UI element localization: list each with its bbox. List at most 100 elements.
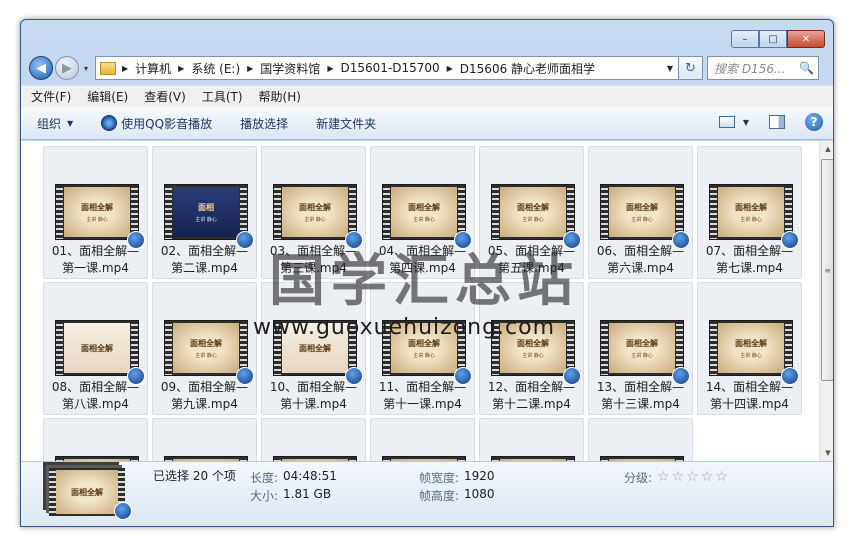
recent-pages-dropdown[interactable]: ▾ (81, 64, 91, 73)
rating-stars[interactable]: ☆☆☆☆☆ (657, 469, 730, 485)
explorer-window: – □ ✕ ◀ ▶ ▾ ▶ 计算机 ▶ 系统 (E:) ▶ 国学资料馆 ▶ D1560… (20, 19, 834, 527)
file-tile[interactable]: 面相全解主讲 静心 (261, 418, 366, 461)
toolbar-right-group: ▼ ? (718, 113, 823, 131)
change-view-icon[interactable] (718, 116, 735, 128)
duration-label: 长度: (250, 471, 279, 485)
file-tile[interactable]: 面相全解 主讲 静心 07、面相全解— 第七课.mp4 (697, 146, 802, 279)
file-name: 02、面相全解— 第二课.mp4 (160, 244, 249, 275)
organize-button[interactable]: 组织 ▼ (37, 115, 73, 132)
file-tile[interactable]: 面相全解主讲 静心 (370, 418, 475, 461)
vertical-scrollbar[interactable]: ▲ ≡ ▼ (819, 141, 833, 461)
file-tile[interactable]: 面相全解 08、面相全解— 第八课.mp4 (43, 282, 148, 415)
play-selection-button[interactable]: 播放选择 (240, 115, 288, 132)
file-name: 06、面相全解— 第六课.mp4 (596, 244, 685, 275)
file-name: 10、面相全解— 第十课.mp4 (269, 380, 358, 411)
file-tile[interactable]: 面相 主讲 静心 02、面相全解— 第二课.mp4 (152, 146, 257, 279)
file-tile[interactable]: 面相全解 主讲 静心 13、面相全解— 第十三课.mp4 (588, 282, 693, 415)
qq-player-icon (114, 502, 132, 520)
size-value: 1.81 GB (283, 487, 332, 501)
navigation-bar: ◀ ▶ ▾ ▶ 计算机 ▶ 系统 (E:) ▶ 国学资料馆 ▶ D15601-D157… (29, 55, 825, 81)
chevron-right-icon[interactable]: ▶ (122, 64, 128, 73)
menu-file[interactable]: 文件(F) (31, 88, 71, 105)
file-tile[interactable]: 面相全解 主讲 静心 01、面相全解— 第一课.mp4 (43, 146, 148, 279)
watermark-text: 国学汇总站 (269, 248, 579, 314)
file-tile[interactable]: 面相全解 主讲 静心 09、面相全解— 第九课.mp4 (152, 282, 257, 415)
search-input[interactable]: 搜索 D156... 🔍 (707, 56, 819, 80)
file-tile[interactable]: 面相全解主讲 静心 (479, 418, 584, 461)
scroll-up-icon[interactable]: ▲ (820, 141, 833, 157)
caption-buttons: – □ ✕ (731, 30, 825, 48)
file-name: 08、面相全解— 第八课.mp4 (51, 380, 140, 411)
chevron-right-icon[interactable]: ▶ (447, 64, 453, 73)
chevron-right-icon[interactable]: ▶ (247, 64, 253, 73)
video-thumbnail: 面相 主讲 静心 (164, 184, 248, 240)
breadcrumb-drive[interactable]: 系统 (E:) ▶ (191, 60, 260, 77)
scroll-thumb[interactable]: ≡ (821, 159, 833, 381)
size-label: 大小: (250, 489, 279, 503)
file-view: 面相全解 主讲 静心 01、面相全解— 第一课.mp4 面相 主讲 静心 02、面相全解—… (21, 141, 819, 461)
watermark-url: www.guoxuehuizong.com (253, 315, 556, 340)
address-bar[interactable]: ▶ 计算机 ▶ 系统 (E:) ▶ 国学资料馆 ▶ D15601-D15700 ▶ D1… (95, 56, 679, 80)
breadcrumb-library[interactable]: 国学资料馆 ▶ (260, 60, 340, 77)
help-icon[interactable]: ? (805, 113, 823, 131)
file-name: 01、面相全解— 第一课.mp4 (51, 244, 140, 275)
file-name: 07、面相全解— 第七课.mp4 (705, 244, 794, 275)
close-button[interactable]: ✕ (787, 30, 825, 48)
video-frame: 面相全解主讲 静心 (500, 187, 566, 237)
file-name: 13、面相全解— 第十三课.mp4 (596, 380, 685, 411)
video-frame: 面相全解主讲 静心 (173, 323, 239, 373)
minimize-button[interactable]: – (731, 30, 759, 48)
chevron-right-icon[interactable]: ▶ (178, 64, 184, 73)
address-dropdown-icon[interactable]: ▼ (662, 64, 678, 73)
video-thumbnail: 面相全解主讲 静心 (709, 184, 793, 240)
scroll-down-icon[interactable]: ▼ (820, 445, 833, 461)
chevron-right-icon[interactable]: ▶ (327, 64, 333, 73)
breadcrumb-computer[interactable]: 计算机 ▶ (135, 60, 191, 77)
search-icon[interactable]: 🔍 (799, 61, 814, 75)
video-thumbnail: 面相全解主讲 静心 (491, 184, 575, 240)
preview-pane-icon[interactable] (769, 115, 785, 129)
menu-help[interactable]: 帮助(H) (259, 88, 301, 105)
rating-label: 分级: (624, 471, 653, 485)
menu-tools[interactable]: 工具(T) (202, 88, 243, 105)
breadcrumb-current[interactable]: D15606 静心老师面相学 (460, 60, 595, 77)
video-frame: 面相全解 (56, 470, 118, 514)
duration-value: 04:48:51 (283, 469, 337, 483)
menu-edit[interactable]: 编辑(E) (87, 88, 128, 105)
video-thumbnail: 面相全解主讲 静心 (600, 184, 684, 240)
command-bar: 组织 ▼ 使用QQ影音播放 播放选择 新建文件夹 ▼ ? (21, 107, 833, 140)
video-thumbnail: 面相全解主讲 静心 (273, 184, 357, 240)
folder-icon (100, 61, 116, 75)
video-thumbnail: 面相全解主讲 静心 (709, 320, 793, 376)
video-thumbnail: 面相全解 (55, 320, 139, 376)
back-button[interactable]: ◀ (29, 56, 53, 80)
video-frame: 面相全解主讲 静心 (609, 187, 675, 237)
breadcrumb-range[interactable]: D15601-D15700 ▶ (340, 61, 459, 75)
chevron-down-icon: ▼ (67, 118, 74, 128)
video-frame: 面相全解主讲 静心 (609, 323, 675, 373)
details-pane: 面相全解 已选择 20 个项 长度: 04:48:51 大小: 1.81 GB … (21, 461, 833, 526)
new-folder-button[interactable]: 新建文件夹 (316, 115, 376, 132)
search-placeholder: 搜索 D156... (714, 61, 786, 76)
file-tile[interactable]: 面相全解主讲 静心 (588, 418, 693, 461)
file-name: 09、面相全解— 第九课.mp4 (160, 380, 249, 411)
frame-height-label: 帧高度: (419, 489, 460, 503)
qq-player-icon (101, 115, 118, 131)
menu-view[interactable]: 查看(V) (144, 88, 186, 105)
menu-bar: 文件(F) 编辑(E) 查看(V) 工具(T) 帮助(H) (21, 85, 833, 107)
video-frame: 面相全解主讲 静心 (64, 187, 130, 237)
maximize-button[interactable]: □ (759, 30, 787, 48)
video-frame: 面相全解主讲 静心 (718, 187, 784, 237)
video-thumbnail: 面相全解主讲 静心 (164, 320, 248, 376)
file-name: 11、面相全解— 第十一课.mp4 (378, 380, 467, 411)
file-tile[interactable]: 面相全解主讲 静心 (152, 418, 257, 461)
file-tile[interactable]: 面相全解 主讲 静心 06、面相全解— 第六课.mp4 (588, 146, 693, 279)
play-with-qq-button[interactable]: 使用QQ影音播放 (101, 115, 212, 132)
file-tile[interactable]: 面相全解主讲 静心 (43, 418, 148, 461)
frame-width-label: 帧宽度: (419, 471, 460, 485)
frame-height-value: 1080 (464, 487, 495, 501)
view-options-dropdown-icon[interactable]: ▼ (743, 118, 749, 127)
forward-button[interactable]: ▶ (55, 56, 79, 80)
refresh-button[interactable]: ↻ (679, 56, 703, 80)
file-tile[interactable]: 面相全解 主讲 静心 14、面相全解— 第十四课.mp4 (697, 282, 802, 415)
